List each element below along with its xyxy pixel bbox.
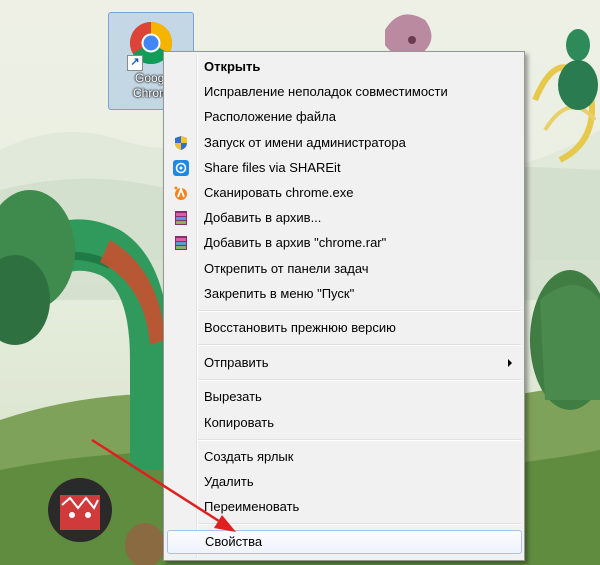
submenu-arrow-icon (508, 359, 512, 367)
menu-item-label: Вырезать (204, 389, 262, 404)
menu-separator (198, 379, 521, 381)
menu-item-label: Свойства (205, 534, 263, 549)
context-menu: Открыть Исправление неполадок совместимо… (163, 51, 525, 561)
menu-item-add-to-archive[interactable]: Добавить в архив... (167, 207, 522, 229)
menu-item-scan-avast[interactable]: Сканировать chrome.exe (167, 182, 522, 204)
menu-item-delete[interactable]: Удалить (167, 471, 522, 493)
menu-item-shareit[interactable]: Share files via SHAREit (167, 157, 522, 179)
menu-item-troubleshoot-compatibility[interactable]: Исправление неполадок совместимости (167, 81, 522, 103)
menu-item-file-location[interactable]: Расположение файла (167, 106, 522, 128)
menu-item-label: Исправление неполадок совместимости (204, 84, 448, 99)
menu-item-properties[interactable]: Свойства (167, 530, 522, 554)
avast-icon (174, 186, 187, 200)
menu-item-label: Добавить в архив "chrome.rar" (204, 235, 387, 250)
menu-separator (198, 344, 521, 346)
winrar-icon (175, 211, 187, 225)
menu-item-open[interactable]: Открыть (167, 56, 522, 78)
menu-separator (198, 310, 521, 312)
shareit-icon (173, 160, 189, 176)
menu-item-label: Отправить (204, 355, 269, 370)
menu-item-send-to[interactable]: Отправить (167, 352, 522, 374)
menu-item-label: Удалить (204, 474, 254, 489)
menu-item-pin-start[interactable]: Закрепить в меню "Пуск" (167, 283, 522, 305)
menu-item-add-to-chrome-rar[interactable]: Добавить в архив "chrome.rar" (167, 232, 522, 254)
menu-item-label: Расположение файла (204, 109, 336, 124)
menu-item-cut[interactable]: Вырезать (167, 386, 522, 408)
menu-item-label: Создать ярлык (204, 449, 294, 464)
menu-separator (198, 523, 521, 525)
shortcut-arrow-icon: ↗ (127, 55, 143, 71)
menu-item-restore-previous[interactable]: Восстановить прежнюю версию (167, 317, 522, 339)
winrar-icon (175, 236, 187, 250)
menu-item-unpin-taskbar[interactable]: Открепить от панели задач (167, 258, 522, 280)
menu-item-label: Запуск от имени администратора (204, 135, 406, 150)
menu-item-run-as-admin[interactable]: Запуск от имени администратора (167, 132, 522, 154)
menu-item-label: Переименовать (204, 499, 300, 514)
uac-shield-icon (175, 136, 187, 150)
menu-separator (198, 439, 521, 441)
menu-item-label: Открыть (204, 59, 261, 74)
menu-item-label: Добавить в архив... (204, 210, 322, 225)
menu-item-label: Копировать (204, 415, 274, 430)
menu-item-create-shortcut[interactable]: Создать ярлык (167, 446, 522, 468)
menu-item-copy[interactable]: Копировать (167, 412, 522, 434)
menu-item-label: Сканировать chrome.exe (204, 185, 354, 200)
menu-item-rename[interactable]: Переименовать (167, 496, 522, 518)
menu-item-label: Закрепить в меню "Пуск" (204, 286, 355, 301)
menu-item-label: Восстановить прежнюю версию (204, 320, 396, 335)
menu-item-label: Share files via SHAREit (204, 160, 341, 175)
menu-item-label: Открепить от панели задач (204, 261, 369, 276)
